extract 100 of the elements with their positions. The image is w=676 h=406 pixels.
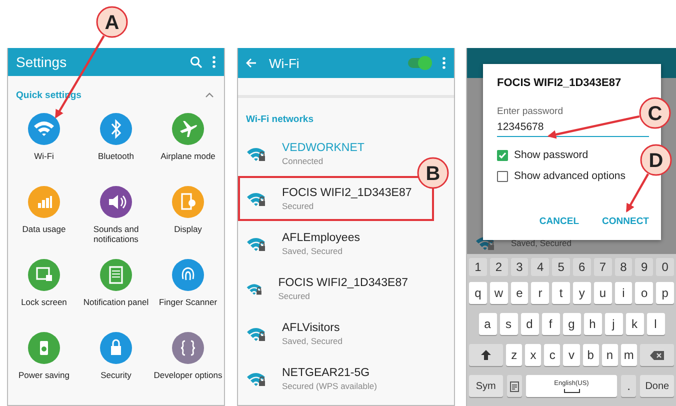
network-status: Saved, Secured [282,336,342,346]
letter-key[interactable]: c [544,344,560,366]
network-name: FOCIS WIFI2_1D343E87 [278,276,408,288]
number-key[interactable]: 9 [635,258,654,276]
letter-key[interactable]: j [604,313,622,335]
letter-key[interactable]: p [656,282,674,304]
letter-key[interactable]: l [646,313,664,335]
number-key[interactable]: 0 [656,258,674,276]
setting-label[interactable]: Sounds and notifications [81,224,151,244]
wifi-lock-icon [246,146,266,162]
letter-key[interactable]: k [626,313,644,335]
back-arrow-icon[interactable] [246,58,257,68]
collapse-chevron-icon[interactable] [205,92,214,98]
network-name: AFLEmployees [282,232,360,244]
up-arrow-icon [481,350,492,360]
function-key[interactable]: Sym [469,375,503,397]
display-icon[interactable] [172,186,204,218]
wifi-lock-icon [246,236,266,252]
number-key[interactable]: 5 [552,258,570,276]
fingerprint-icon[interactable] [172,259,204,291]
number-key[interactable]: 2 [490,258,508,276]
letter-key[interactable]: n [602,344,618,366]
option-label[interactable]: Show password [514,149,588,161]
shift-key[interactable] [469,344,504,366]
letter-key[interactable]: r [531,282,550,304]
setting-label[interactable]: Bluetooth [81,151,151,161]
wifi-icon[interactable] [28,113,60,145]
backspace-key[interactable] [640,344,674,366]
number-key[interactable]: 4 [531,258,550,276]
network-status: Saved, Secured [282,246,344,256]
number-key[interactable]: 1 [469,258,487,276]
letter-key[interactable]: v [563,344,580,366]
section-header: Wi-Fi networks [245,113,314,127]
number-key[interactable]: 7 [594,258,612,276]
letter-key[interactable]: i [614,282,632,304]
letter-key[interactable]: y [573,282,591,304]
callout-badge: C [639,97,671,129]
letter-key[interactable]: f [542,313,560,335]
letter-key[interactable]: o [635,282,654,304]
braces-icon[interactable] [172,332,204,364]
setting-label[interactable]: Finger Scanner [153,297,223,307]
more-options-icon[interactable] [442,57,446,69]
letter-key[interactable]: h [584,313,602,335]
letter-key[interactable]: m [620,344,637,366]
option-label[interactable]: Show advanced options [514,170,626,182]
letter-key[interactable]: w [490,282,508,304]
setting-label[interactable]: Wi-Fi [9,151,79,161]
bluetooth-icon[interactable] [100,113,132,145]
number-key[interactable]: 3 [510,258,528,276]
clipboard-key[interactable] [506,375,522,397]
network-row[interactable]: NETGEAR21-5G Secured (WPS available) [238,356,414,401]
setting-label[interactable]: Display [153,224,223,234]
number-key[interactable]: 8 [614,258,632,276]
dialog-title: FOCIS WIFI2_1D343E87 [497,77,622,89]
wifi-lock-icon [246,190,266,206]
letter-key[interactable]: b [582,344,599,366]
letter-key[interactable]: z [506,344,522,366]
checkbox[interactable] [497,170,508,182]
network-status: Secured [278,290,311,300]
function-key[interactable]: Done [640,375,674,397]
setting-label[interactable]: Power saving [9,370,79,380]
airplane-icon[interactable] [172,113,204,145]
letter-key[interactable]: x [525,344,542,366]
setting-label[interactable]: Notification panel [81,297,151,307]
letter-key[interactable]: u [594,282,612,304]
network-row[interactable]: AFLVisitors Saved, Secured [238,311,414,356]
search-icon[interactable] [190,56,202,68]
panel-icon[interactable] [100,259,132,291]
padlock-icon[interactable] [100,332,132,364]
setting-label[interactable]: Lock screen [9,297,79,307]
network-status: Secured [282,200,315,210]
lock-screen-icon[interactable] [28,259,60,291]
callout-badge: D [640,144,672,176]
network-name: NETGEAR21-5G [282,366,371,378]
letter-key[interactable]: s [500,313,518,335]
number-key[interactable]: 6 [573,258,591,276]
setting-label[interactable]: Airplane mode [153,151,223,161]
checkbox[interactable] [497,150,508,160]
letter-key[interactable]: d [520,313,538,335]
speaker-icon[interactable] [100,186,132,218]
setting-label[interactable]: Security [81,370,151,380]
period-key[interactable]: . [621,375,636,397]
bar-chart-icon[interactable] [28,186,60,218]
network-row[interactable]: AFLEmployees Saved, Secured [238,221,414,266]
field-label: Enter password [497,106,564,117]
more-options-icon[interactable] [212,56,216,68]
network-status: Secured (WPS available) [282,380,377,390]
wifi-lock-icon [246,326,266,342]
backspace-icon [650,350,664,360]
letter-key[interactable]: g [562,313,580,335]
setting-label[interactable]: Data usage [9,224,79,234]
letter-key[interactable]: q [469,282,487,304]
letter-key[interactable]: e [510,282,528,304]
battery-icon[interactable] [28,332,60,364]
setting-label[interactable]: Developer options [153,370,223,380]
network-row[interactable]: FOCIS WIFI2_1D343E87 Secured [238,266,414,311]
letter-key[interactable]: t [552,282,570,304]
arrow [626,173,650,213]
wifi-toggle[interactable] [408,58,430,68]
letter-key[interactable]: a [478,313,496,335]
